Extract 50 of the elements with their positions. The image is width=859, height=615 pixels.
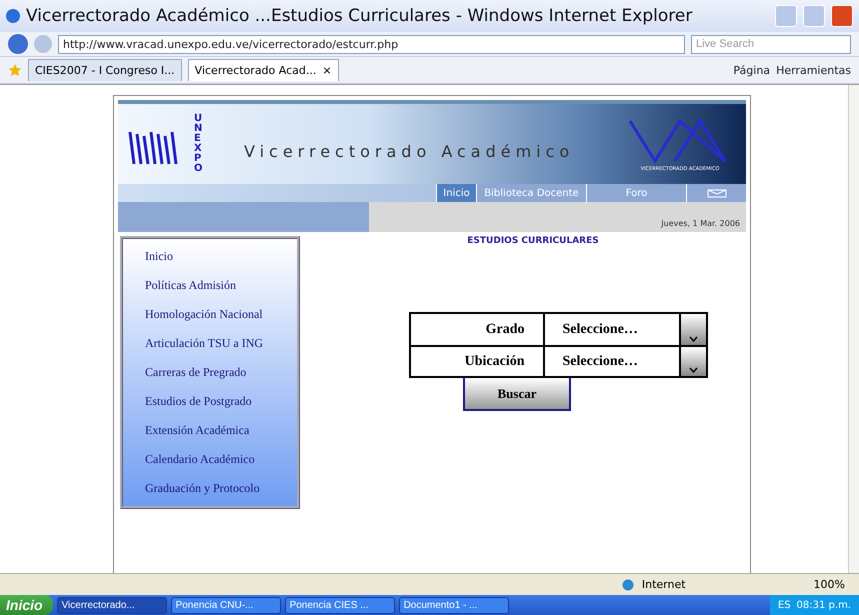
sidebar-link[interactable]: Inicio <box>145 247 297 266</box>
sidebar-link[interactable]: Articulación TSU a ING <box>145 334 297 353</box>
browser-tab[interactable]: CIES2007 - I Congreso I... <box>28 59 182 81</box>
nav-link[interactable]: Inicio <box>436 184 476 202</box>
sidebar-link[interactable]: Extensión Académica <box>145 421 297 440</box>
sidebar-link[interactable]: Carreras de Pregrado <box>145 363 297 382</box>
command-menu[interactable]: Página <box>733 64 770 76</box>
forward-button[interactable] <box>34 35 52 53</box>
taskbar-item[interactable]: Ponencia CIES ... <box>284 596 395 614</box>
taskbar-item[interactable]: Ponencia CNU-... <box>170 596 281 614</box>
envelope-icon <box>706 188 726 198</box>
sidebar-link[interactable]: Calendario Académico <box>145 450 297 469</box>
taskbar-item[interactable]: Documento1 - ... <box>398 596 509 614</box>
window-title: Vicerrectorado Académico ...Estudios Curriculares - Windows Internet Explorer <box>26 6 694 26</box>
start-button[interactable]: Inicio <box>0 595 53 615</box>
sidebar-link[interactable]: Graduación y Protocolo <box>145 479 297 498</box>
close-button[interactable] <box>831 5 853 27</box>
section-title: ESTUDIOS CURRICULARES <box>467 236 599 246</box>
back-button[interactable] <box>8 34 28 54</box>
restore-button[interactable] <box>803 5 825 27</box>
field-label: Grado <box>410 314 544 345</box>
taskbar-item[interactable]: Vicerrectorado... <box>56 596 167 614</box>
globe-icon <box>622 578 634 590</box>
chevron-down-icon <box>688 367 698 373</box>
sidebar-link[interactable]: Políticas Admisión <box>145 276 297 295</box>
scrollbar[interactable] <box>848 85 859 573</box>
clock-text: 08:31 p.m. <box>796 600 851 610</box>
site-title: Vicerrectorado Académico <box>243 140 576 160</box>
search-button[interactable]: Buscar <box>463 378 571 411</box>
dropdown-button[interactable] <box>678 314 706 345</box>
logo-text: UNEXPO <box>194 114 204 174</box>
browser-tab[interactable]: Vicerrectorado Acad... × <box>188 59 339 81</box>
date-text: Jueves, 1 Mar. 2006 <box>661 219 740 228</box>
field-label: Ubicación <box>410 347 544 376</box>
address-field[interactable]: http://www.vracad.unexpo.edu.ve/vicerrectorado/estcurr.php <box>58 34 685 54</box>
zone-text: Internet <box>642 578 686 591</box>
select-field[interactable]: Seleccione… <box>544 347 678 376</box>
minimize-button[interactable] <box>775 5 797 27</box>
tab-close-icon[interactable]: × <box>322 64 332 77</box>
star-icon[interactable] <box>8 63 22 77</box>
command-menu[interactable]: Herramientas <box>776 64 851 76</box>
dropdown-button[interactable] <box>678 347 706 376</box>
select-field[interactable]: Seleccione… <box>544 314 678 345</box>
chevron-down-icon <box>688 336 698 342</box>
mail-link[interactable] <box>686 184 746 202</box>
zoom-control[interactable]: 100% <box>814 578 845 591</box>
sidebar-link[interactable]: Estudios de Postgrado <box>145 392 297 411</box>
sidebar-link[interactable]: Homologación Nacional <box>145 305 297 324</box>
search-field[interactable]: Live Search <box>691 34 851 54</box>
browser-icon <box>6 9 20 23</box>
